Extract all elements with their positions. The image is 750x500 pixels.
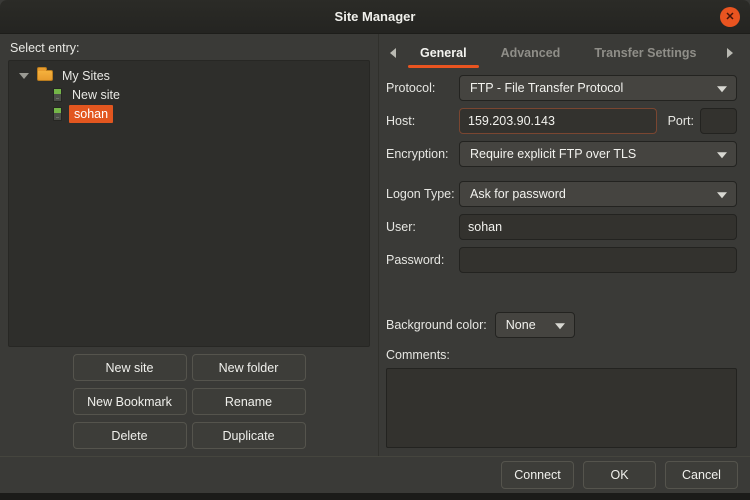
new-bookmark-button[interactable]: New Bookmark bbox=[72, 388, 187, 415]
encryption-row: Encryption: Require explicit FTP over TL… bbox=[386, 141, 737, 167]
protocol-dropdown[interactable]: FTP - File Transfer Protocol bbox=[459, 75, 737, 101]
encryption-value: Require explicit FTP over TLS bbox=[470, 147, 637, 161]
host-input[interactable] bbox=[459, 108, 657, 134]
titlebar[interactable]: Site Manager ✕ bbox=[0, 0, 750, 34]
chevron-right-icon bbox=[727, 47, 733, 58]
tab-advanced[interactable]: Advanced bbox=[487, 34, 575, 71]
new-site-button[interactable]: New site bbox=[72, 354, 187, 381]
background-color-dropdown[interactable]: None bbox=[494, 312, 575, 338]
chevron-down-icon bbox=[717, 152, 727, 159]
logon-type-row: Logon Type: Ask for password bbox=[386, 181, 737, 207]
password-label: Password: bbox=[386, 253, 445, 267]
tab-transfer-settings[interactable]: Transfer Settings bbox=[580, 34, 710, 71]
folder-icon bbox=[37, 67, 53, 81]
tree-item-label-selected[interactable]: sohan bbox=[69, 104, 114, 123]
host-label: Host: bbox=[386, 114, 416, 128]
chevron-left-icon bbox=[390, 47, 396, 58]
new-folder-button[interactable]: New folder bbox=[191, 354, 306, 381]
server-icon bbox=[53, 87, 62, 102]
logon-type-label: Logon Type: bbox=[386, 187, 455, 201]
encryption-dropdown[interactable]: Require explicit FTP over TLS bbox=[459, 141, 737, 167]
server-icon bbox=[53, 106, 62, 121]
background-color-row: Background color: None bbox=[386, 312, 737, 338]
background-color-value: None bbox=[505, 318, 536, 332]
close-icon: ✕ bbox=[725, 11, 735, 23]
logon-type-value: Ask for password bbox=[470, 187, 566, 201]
chevron-down-icon bbox=[554, 323, 565, 330]
ok-button[interactable]: OK bbox=[583, 461, 656, 489]
tab-scroll-left-button[interactable] bbox=[386, 34, 400, 71]
tree-row-sohan[interactable]: sohan bbox=[9, 104, 369, 123]
host-row: Host: Port: bbox=[386, 108, 737, 134]
tree-item-label[interactable]: New site bbox=[69, 87, 123, 103]
delete-button[interactable]: Delete bbox=[72, 422, 187, 449]
protocol-value: FTP - File Transfer Protocol bbox=[470, 81, 624, 95]
close-button[interactable]: ✕ bbox=[720, 6, 740, 27]
connect-button[interactable]: Connect bbox=[501, 461, 574, 489]
protocol-label: Protocol: bbox=[386, 81, 436, 95]
tree-action-buttons: New site New folder New Bookmark Rename … bbox=[8, 354, 370, 449]
tab-bar: General Advanced Transfer Settings bbox=[386, 34, 737, 71]
user-row: User: bbox=[386, 214, 737, 240]
user-label: User: bbox=[386, 220, 416, 234]
comments-textarea[interactable] bbox=[386, 368, 737, 448]
duplicate-button[interactable]: Duplicate bbox=[191, 422, 306, 449]
port-label: Port: bbox=[667, 114, 694, 128]
left-panel: Select entry: My Sites New site sohan Ne… bbox=[0, 34, 378, 456]
tree-row-my-sites[interactable]: My Sites bbox=[9, 66, 369, 85]
tree-row-new-site[interactable]: New site bbox=[9, 85, 369, 104]
tree-item-label[interactable]: My Sites bbox=[59, 68, 113, 84]
background-color-label: Background color: bbox=[386, 318, 487, 332]
chevron-down-icon[interactable] bbox=[19, 72, 29, 79]
right-panel: General Advanced Transfer Settings Proto… bbox=[378, 34, 750, 456]
rename-button[interactable]: Rename bbox=[191, 388, 306, 415]
logon-type-dropdown[interactable]: Ask for password bbox=[459, 181, 737, 207]
window-bottom-edge bbox=[0, 493, 750, 500]
select-entry-label: Select entry: bbox=[10, 41, 80, 55]
password-row: Password: bbox=[386, 247, 737, 273]
footer-bar: Connect OK Cancel bbox=[0, 456, 750, 493]
site-tree[interactable]: My Sites New site sohan bbox=[8, 60, 370, 347]
dialog-body: Select entry: My Sites New site sohan Ne… bbox=[0, 34, 750, 456]
chevron-down-icon bbox=[717, 192, 727, 199]
user-input[interactable] bbox=[459, 214, 737, 240]
tab-scroll-right-button[interactable] bbox=[723, 34, 737, 71]
port-input[interactable] bbox=[700, 108, 737, 134]
cancel-button[interactable]: Cancel bbox=[665, 461, 738, 489]
chevron-down-icon bbox=[717, 86, 727, 93]
window-title: Site Manager bbox=[334, 9, 416, 24]
encryption-label: Encryption: bbox=[386, 147, 449, 161]
comments-label: Comments: bbox=[386, 348, 450, 362]
protocol-row: Protocol: FTP - File Transfer Protocol bbox=[386, 75, 737, 101]
tab-general[interactable]: General bbox=[406, 34, 481, 71]
site-manager-dialog: Site Manager ✕ Select entry: My Sites Ne… bbox=[0, 0, 750, 500]
password-input[interactable] bbox=[459, 247, 737, 273]
